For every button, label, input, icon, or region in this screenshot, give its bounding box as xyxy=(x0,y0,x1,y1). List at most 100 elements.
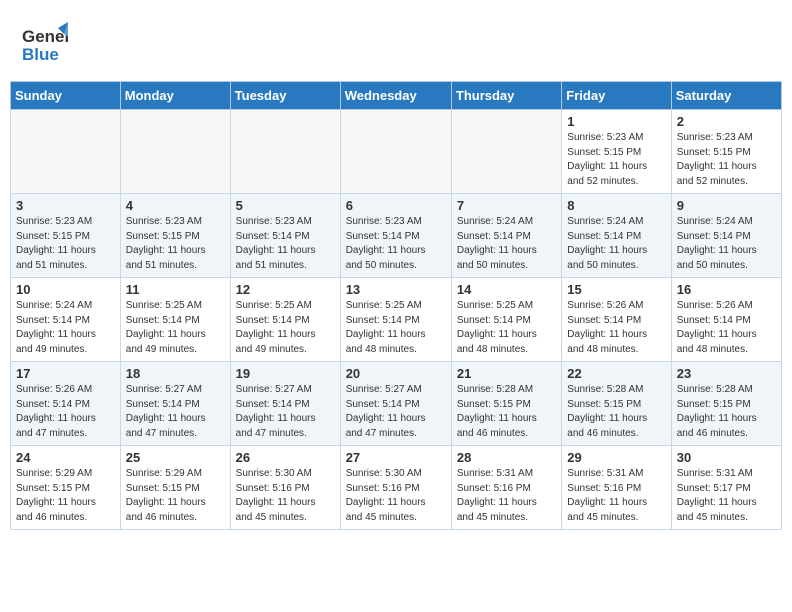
day-number: 19 xyxy=(236,366,335,381)
week-row-2: 3Sunrise: 5:23 AM Sunset: 5:15 PM Daylig… xyxy=(11,194,782,278)
day-info: Sunrise: 5:23 AM Sunset: 5:14 PM Dayligh… xyxy=(346,215,446,273)
calendar-cell: 30 Sunrise: 5:31 AM Sunset: 5:17 PM Dayli… xyxy=(671,446,781,530)
day-number: 22 xyxy=(567,366,665,381)
calendar-cell: 11 Sunrise: 5:25 AM Sunset: 5:14 PM Dayli… xyxy=(120,278,230,362)
calendar-cell: 21 Sunrise: 5:28 AM Sunset: 5:15 PM Dayli… xyxy=(451,362,561,446)
calendar-cell: 22 Sunrise: 5:28 AM Sunset: 5:15 PM Dayli… xyxy=(562,362,671,446)
week-row-1: 1 Sunrise: 5:23 AM Sunset: 5:15 PM Daylig… xyxy=(11,110,782,194)
day-number: 13 xyxy=(346,282,446,297)
calendar-cell: 12 Sunrise: 5:25 AM Sunset: 5:14 PM Dayli… xyxy=(230,278,340,362)
day-info: Sunrise: 5:25 AM Sunset: 5:14 PM Dayligh… xyxy=(346,299,446,357)
day-number: 25 xyxy=(126,450,225,465)
weekday-header-saturday: Saturday xyxy=(671,82,781,110)
calendar-cell: 28 Sunrise: 5:31 AM Sunset: 5:16 PM Dayli… xyxy=(451,446,561,530)
day-number: 17 xyxy=(16,366,115,381)
day-info: Sunrise: 5:31 AM Sunset: 5:17 PM Dayligh… xyxy=(677,467,776,525)
day-number: 21 xyxy=(457,366,556,381)
day-number: 30 xyxy=(677,450,776,465)
day-number: 29 xyxy=(567,450,665,465)
day-info: Sunrise: 5:26 AM Sunset: 5:14 PM Dayligh… xyxy=(567,299,665,357)
calendar-cell: 6 Sunrise: 5:23 AM Sunset: 5:14 PM Daylig… xyxy=(340,194,451,278)
day-info: Sunrise: 5:28 AM Sunset: 5:15 PM Dayligh… xyxy=(457,383,556,441)
day-info: Sunrise: 5:26 AM Sunset: 5:14 PM Dayligh… xyxy=(16,383,115,441)
day-info: Sunrise: 5:24 AM Sunset: 5:14 PM Dayligh… xyxy=(677,215,776,273)
day-info: Sunrise: 5:30 AM Sunset: 5:16 PM Dayligh… xyxy=(346,467,446,525)
day-info: Sunrise: 5:29 AM Sunset: 5:15 PM Dayligh… xyxy=(16,467,115,525)
calendar-cell: 4 Sunrise: 5:23 AM Sunset: 5:15 PM Daylig… xyxy=(120,194,230,278)
day-number: 23 xyxy=(677,366,776,381)
page-header: General Blue xyxy=(10,10,782,73)
day-info: Sunrise: 5:27 AM Sunset: 5:14 PM Dayligh… xyxy=(126,383,225,441)
logo-icon: General Blue xyxy=(20,20,68,68)
calendar-table: SundayMondayTuesdayWednesdayThursdayFrid… xyxy=(10,81,782,530)
day-number: 24 xyxy=(16,450,115,465)
day-info: Sunrise: 5:31 AM Sunset: 5:16 PM Dayligh… xyxy=(457,467,556,525)
calendar-cell: 19 Sunrise: 5:27 AM Sunset: 5:14 PM Dayli… xyxy=(230,362,340,446)
calendar-cell: 26 Sunrise: 5:30 AM Sunset: 5:16 PM Dayli… xyxy=(230,446,340,530)
day-number: 16 xyxy=(677,282,776,297)
day-number: 15 xyxy=(567,282,665,297)
calendar-cell xyxy=(340,110,451,194)
day-number: 12 xyxy=(236,282,335,297)
day-number: 8 xyxy=(567,198,665,213)
day-number: 11 xyxy=(126,282,225,297)
calendar-cell: 5Sunrise: 5:23 AM Sunset: 5:14 PM Daylig… xyxy=(230,194,340,278)
calendar-cell xyxy=(451,110,561,194)
day-info: Sunrise: 5:23 AM Sunset: 5:15 PM Dayligh… xyxy=(677,131,776,189)
week-row-4: 17 Sunrise: 5:26 AM Sunset: 5:14 PM Dayli… xyxy=(11,362,782,446)
day-info: Sunrise: 5:30 AM Sunset: 5:16 PM Dayligh… xyxy=(236,467,335,525)
day-info: Sunrise: 5:27 AM Sunset: 5:14 PM Dayligh… xyxy=(346,383,446,441)
calendar-cell: 13 Sunrise: 5:25 AM Sunset: 5:14 PM Dayli… xyxy=(340,278,451,362)
calendar-cell: 8 Sunrise: 5:24 AM Sunset: 5:14 PM Daylig… xyxy=(562,194,671,278)
day-number: 2 xyxy=(677,114,776,129)
day-info: Sunrise: 5:23 AM Sunset: 5:15 PM Dayligh… xyxy=(16,215,115,273)
weekday-header-friday: Friday xyxy=(562,82,671,110)
day-number: 14 xyxy=(457,282,556,297)
day-number: 4 xyxy=(126,198,225,213)
day-info: Sunrise: 5:23 AM Sunset: 5:14 PM Dayligh… xyxy=(236,215,335,273)
calendar-cell: 18 Sunrise: 5:27 AM Sunset: 5:14 PM Dayli… xyxy=(120,362,230,446)
weekday-header-monday: Monday xyxy=(120,82,230,110)
weekday-header-wednesday: Wednesday xyxy=(340,82,451,110)
day-number: 20 xyxy=(346,366,446,381)
weekday-header-thursday: Thursday xyxy=(451,82,561,110)
day-number: 26 xyxy=(236,450,335,465)
day-number: 18 xyxy=(126,366,225,381)
day-info: Sunrise: 5:31 AM Sunset: 5:16 PM Dayligh… xyxy=(567,467,665,525)
calendar-cell: 9Sunrise: 5:24 AM Sunset: 5:14 PM Daylig… xyxy=(671,194,781,278)
day-number: 28 xyxy=(457,450,556,465)
calendar-cell: 16 Sunrise: 5:26 AM Sunset: 5:14 PM Dayli… xyxy=(671,278,781,362)
calendar-cell: 3Sunrise: 5:23 AM Sunset: 5:15 PM Daylig… xyxy=(11,194,121,278)
weekday-header-row: SundayMondayTuesdayWednesdayThursdayFrid… xyxy=(11,82,782,110)
week-row-5: 24 Sunrise: 5:29 AM Sunset: 5:15 PM Dayli… xyxy=(11,446,782,530)
day-info: Sunrise: 5:25 AM Sunset: 5:14 PM Dayligh… xyxy=(236,299,335,357)
day-info: Sunrise: 5:29 AM Sunset: 5:15 PM Dayligh… xyxy=(126,467,225,525)
svg-text:Blue: Blue xyxy=(22,45,59,64)
calendar-cell: 25 Sunrise: 5:29 AM Sunset: 5:15 PM Dayli… xyxy=(120,446,230,530)
day-info: Sunrise: 5:27 AM Sunset: 5:14 PM Dayligh… xyxy=(236,383,335,441)
calendar-cell: 2 Sunrise: 5:23 AM Sunset: 5:15 PM Daylig… xyxy=(671,110,781,194)
day-info: Sunrise: 5:24 AM Sunset: 5:14 PM Dayligh… xyxy=(567,215,665,273)
calendar-cell: 24 Sunrise: 5:29 AM Sunset: 5:15 PM Dayli… xyxy=(11,446,121,530)
day-info: Sunrise: 5:25 AM Sunset: 5:14 PM Dayligh… xyxy=(457,299,556,357)
day-number: 6 xyxy=(346,198,446,213)
calendar-cell: 27 Sunrise: 5:30 AM Sunset: 5:16 PM Dayli… xyxy=(340,446,451,530)
calendar-cell: 15 Sunrise: 5:26 AM Sunset: 5:14 PM Dayli… xyxy=(562,278,671,362)
day-number: 10 xyxy=(16,282,115,297)
calendar-cell: 1Sunrise: 5:23 AM Sunset: 5:15 PM Daylig… xyxy=(562,110,671,194)
day-info: Sunrise: 5:26 AM Sunset: 5:14 PM Dayligh… xyxy=(677,299,776,357)
calendar-cell: 14 Sunrise: 5:25 AM Sunset: 5:14 PM Dayli… xyxy=(451,278,561,362)
calendar-cell: 23 Sunrise: 5:28 AM Sunset: 5:15 PM Dayli… xyxy=(671,362,781,446)
weekday-header-sunday: Sunday xyxy=(11,82,121,110)
day-info: Sunrise: 5:28 AM Sunset: 5:15 PM Dayligh… xyxy=(677,383,776,441)
weekday-header-tuesday: Tuesday xyxy=(230,82,340,110)
day-number: 27 xyxy=(346,450,446,465)
day-info: Sunrise: 5:25 AM Sunset: 5:14 PM Dayligh… xyxy=(126,299,225,357)
calendar-cell xyxy=(120,110,230,194)
day-info: Sunrise: 5:23 AM Sunset: 5:15 PM Dayligh… xyxy=(126,215,225,273)
calendar-cell xyxy=(230,110,340,194)
day-number: 1 xyxy=(567,114,665,129)
day-info: Sunrise: 5:24 AM Sunset: 5:14 PM Dayligh… xyxy=(457,215,556,273)
day-info: Sunrise: 5:28 AM Sunset: 5:15 PM Dayligh… xyxy=(567,383,665,441)
calendar-cell: 10Sunrise: 5:24 AM Sunset: 5:14 PM Dayli… xyxy=(11,278,121,362)
